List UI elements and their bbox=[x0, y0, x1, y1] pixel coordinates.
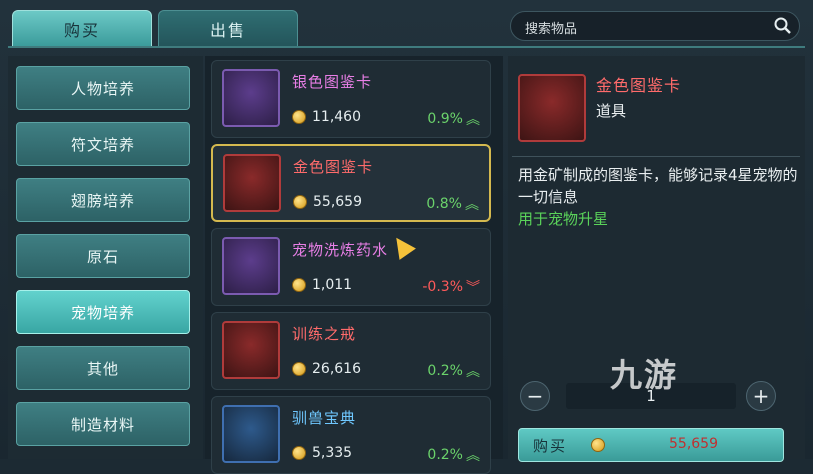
gold-card-icon bbox=[518, 74, 586, 142]
double-chevron-up-icon: ︽ bbox=[466, 112, 480, 128]
item-change: 0.9% ︽ bbox=[427, 111, 480, 128]
category-other[interactable]: 其他 bbox=[16, 346, 190, 390]
gold-card-icon bbox=[223, 154, 281, 212]
detail-title: 金色图鉴卡 bbox=[596, 76, 682, 95]
double-chevron-up-icon: ︽ bbox=[465, 197, 479, 213]
item-name: 训练之戒 bbox=[292, 325, 357, 343]
minus-button[interactable]: − bbox=[520, 381, 550, 411]
list-item[interactable]: 银色图鉴卡 11,460 0.9% ︽ bbox=[211, 60, 491, 138]
buy-button[interactable]: 购买 55,659 bbox=[518, 428, 784, 462]
list-item[interactable]: 金色图鉴卡 55,659 0.8% ︽ bbox=[211, 144, 491, 222]
item-change: -0.3% ︾ bbox=[422, 279, 480, 296]
tab-divider bbox=[8, 46, 805, 48]
search-input[interactable]: 搜索物品 bbox=[510, 11, 800, 41]
coin-icon bbox=[292, 446, 306, 460]
list-item[interactable]: 宠物洗炼药水 1,011 -0.3% ︾ bbox=[211, 228, 491, 306]
category-character[interactable]: 人物培养 bbox=[16, 66, 190, 110]
list-item[interactable]: 训练之戒 26,616 0.2% ︽ bbox=[211, 312, 491, 390]
item-list: 银色图鉴卡 11,460 0.9% ︽ 金色图鉴卡 55,659 0.8% ︽ 宠物… bbox=[205, 56, 503, 474]
category-wings[interactable]: 翅膀培养 bbox=[16, 178, 190, 222]
search-icon[interactable] bbox=[773, 16, 793, 36]
potion-icon bbox=[222, 237, 280, 295]
double-chevron-up-icon: ︽ bbox=[466, 364, 480, 380]
ring-icon bbox=[222, 321, 280, 379]
coin-icon bbox=[293, 195, 307, 209]
item-change: 0.2% ︽ bbox=[427, 447, 480, 464]
coin-icon bbox=[292, 362, 306, 376]
plus-button[interactable]: + bbox=[746, 381, 776, 411]
item-name: 宠物洗炼药水 bbox=[292, 241, 389, 259]
detail-type: 道具 bbox=[596, 102, 627, 120]
item-price: 55,659 bbox=[293, 194, 362, 210]
category-rune[interactable]: 符文培养 bbox=[16, 122, 190, 166]
silver-card-icon bbox=[222, 69, 280, 127]
item-price: 26,616 bbox=[292, 361, 361, 377]
double-chevron-down-icon: ︾ bbox=[466, 280, 480, 296]
item-name: 银色图鉴卡 bbox=[292, 73, 373, 91]
category-material[interactable]: 制造材料 bbox=[16, 402, 190, 446]
double-chevron-up-icon: ︽ bbox=[466, 448, 480, 464]
detail-panel: 金色图鉴卡 道具 用金矿制成的图鉴卡，能够记录4星宠物的一切信息 用于宠物升星 … bbox=[508, 56, 805, 462]
coin-icon bbox=[292, 110, 306, 124]
item-name: 驯兽宝典 bbox=[292, 409, 357, 427]
coin-icon bbox=[292, 278, 306, 292]
book-icon bbox=[222, 405, 280, 463]
watermark-logo: 九游 bbox=[610, 356, 679, 394]
list-item[interactable]: 驯兽宝典 5,335 0.2% ︽ bbox=[211, 396, 491, 474]
category-gem[interactable]: 原石 bbox=[16, 234, 190, 278]
detail-description: 用金矿制成的图鉴卡，能够记录4星宠物的一切信息 bbox=[518, 166, 798, 206]
item-name: 金色图鉴卡 bbox=[293, 158, 374, 176]
tab-sell[interactable]: 出售 bbox=[158, 10, 298, 48]
search-placeholder: 搜索物品 bbox=[525, 22, 578, 37]
tab-buy[interactable]: 购买 bbox=[12, 10, 152, 48]
item-change: 0.8% ︽ bbox=[426, 196, 479, 213]
item-price: 1,011 bbox=[292, 277, 352, 293]
item-change: 0.2% ︽ bbox=[427, 363, 480, 380]
total-price: 55,659 bbox=[669, 436, 718, 452]
buy-label: 购买 bbox=[533, 437, 568, 455]
category-panel: 人物培养 符文培养 翅膀培养 原石 宠物培养 其他 制造材料 bbox=[8, 56, 203, 459]
coin-icon bbox=[591, 438, 605, 452]
category-pet[interactable]: 宠物培养 bbox=[16, 290, 190, 334]
detail-usage: 用于宠物升星 bbox=[518, 210, 609, 228]
item-price: 11,460 bbox=[292, 109, 361, 125]
detail-divider bbox=[512, 156, 800, 157]
